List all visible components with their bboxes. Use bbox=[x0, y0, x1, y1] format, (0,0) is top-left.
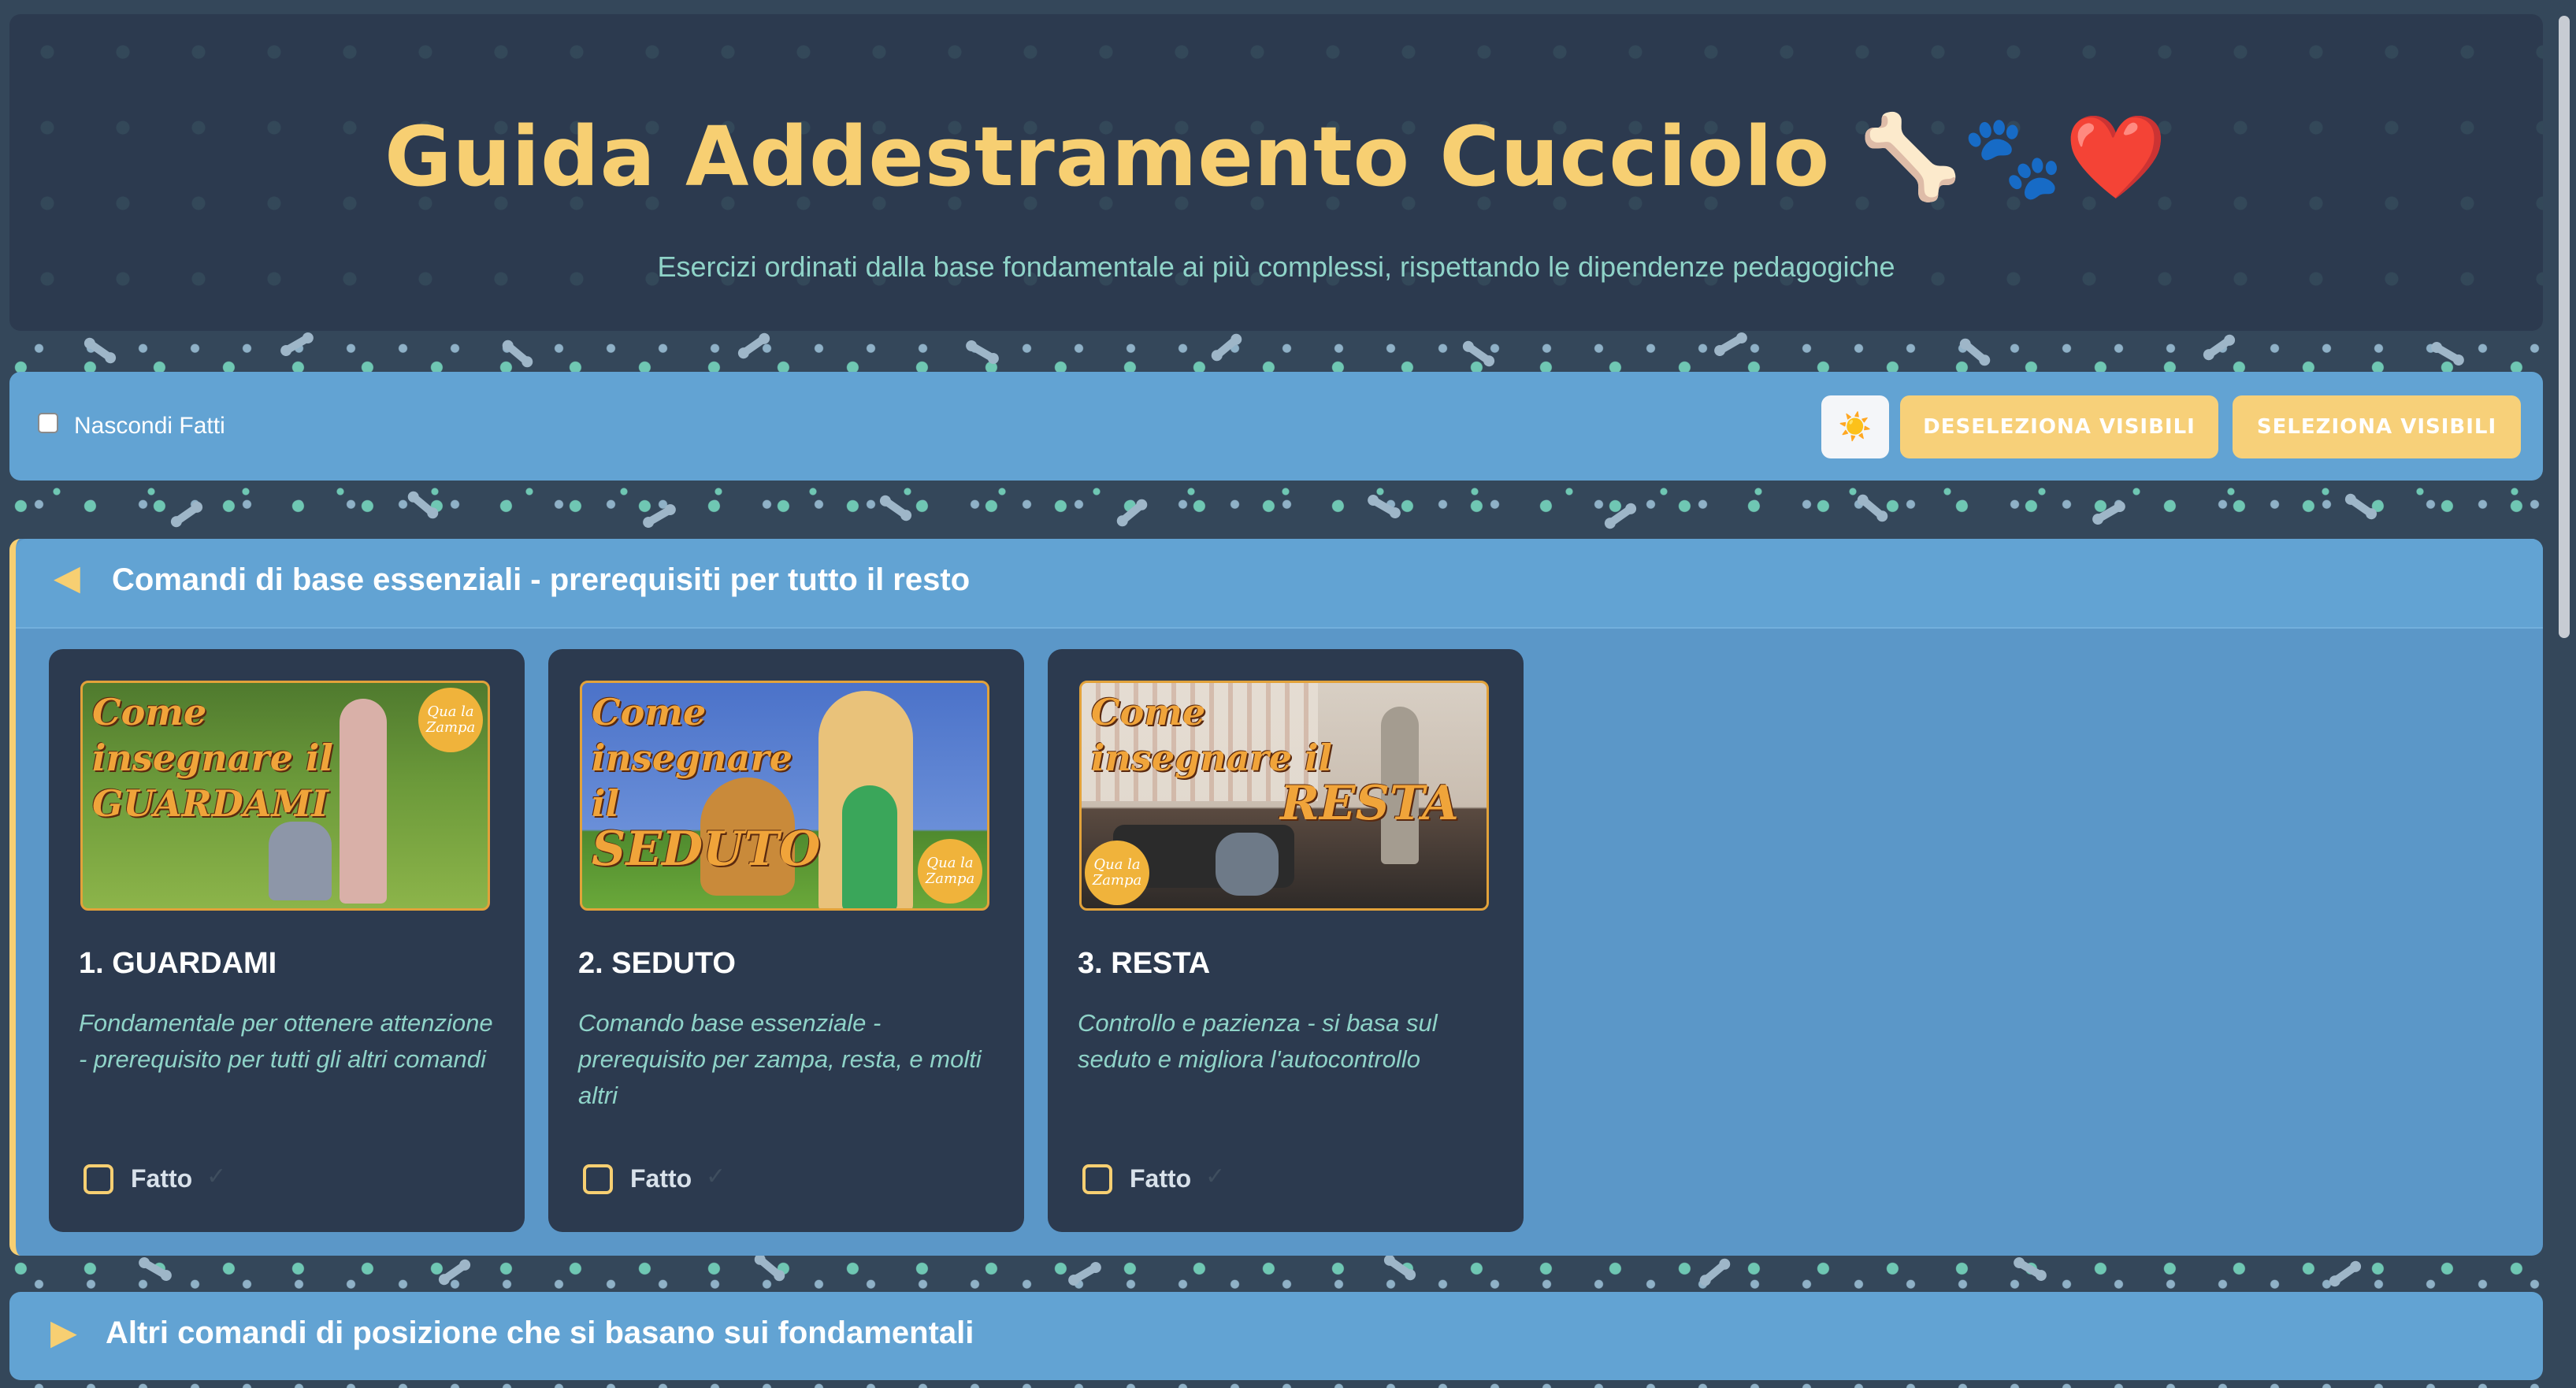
trainer-shirt bbox=[842, 785, 897, 908]
channel-logo: Qua la Zampa bbox=[418, 688, 483, 752]
video-thumbnail[interactable]: Come insegnare il SEDUTO Qua la Zampa bbox=[580, 681, 989, 911]
toolbar: Nascondi Fatti ☀️ DESELEZIONA VISIBILI S… bbox=[9, 372, 2543, 481]
thumbnail-caption: Come insegnare il GUARDAMI bbox=[92, 691, 333, 825]
section-header[interactable]: ◀ Comandi di base essenziali - prerequis… bbox=[16, 539, 2543, 629]
hide-done-checkbox[interactable] bbox=[38, 413, 58, 433]
deselect-visible-button[interactable]: DESELEZIONA VISIBILI bbox=[1900, 395, 2218, 458]
check-icon: ✓ bbox=[706, 1163, 726, 1190]
done-label[interactable]: Fatto bbox=[131, 1164, 192, 1193]
page-header: Guida Addestramento Cucciolo 🦴🐾❤️ Eserci… bbox=[9, 14, 2543, 331]
video-thumbnail[interactable]: Come insegnare il RESTA Qua la Zampa bbox=[1079, 681, 1489, 911]
card-description: Fondamentale per ottenere attenzione - p… bbox=[79, 1009, 493, 1073]
card-title: 2. SEDUTO bbox=[578, 947, 736, 980]
card-title: 3. RESTA bbox=[1078, 947, 1211, 980]
done-label[interactable]: Fatto bbox=[1130, 1164, 1191, 1193]
page-title: Guida Addestramento Cucciolo 🦴🐾❤️ bbox=[384, 109, 2168, 205]
done-label[interactable]: Fatto bbox=[630, 1164, 692, 1193]
done-checkbox[interactable] bbox=[84, 1164, 113, 1194]
check-icon: ✓ bbox=[1205, 1163, 1226, 1190]
card-description: Controllo e pazienza - si basa sul sedut… bbox=[1078, 1009, 1438, 1073]
trainer-figure bbox=[340, 699, 387, 904]
channel-logo: Qua la Zampa bbox=[918, 839, 982, 904]
section-basic-commands: ◀ Comandi di base essenziali - prerequis… bbox=[9, 539, 2543, 1256]
exercise-card: Come insegnare il SEDUTO Qua la Zampa 2.… bbox=[548, 649, 1024, 1232]
done-checkbox[interactable] bbox=[1082, 1164, 1112, 1194]
expand-arrow-icon[interactable]: ▶ bbox=[50, 1312, 77, 1353]
section-position-commands[interactable]: ▶ Altri comandi di posizione che si basa… bbox=[9, 1292, 2543, 1380]
theme-toggle-button[interactable]: ☀️ bbox=[1821, 395, 1889, 458]
channel-logo: Qua la Zampa bbox=[1085, 841, 1149, 905]
scrollbar[interactable] bbox=[2559, 16, 2570, 638]
thumbnail-caption: Come insegnare il SEDUTO bbox=[592, 691, 821, 877]
sun-icon: ☀️ bbox=[1838, 411, 1873, 443]
exercise-card: Come insegnare il GUARDAMI Qua la Zampa … bbox=[49, 649, 525, 1232]
collapse-arrow-icon[interactable]: ◀ bbox=[54, 558, 80, 598]
section-title[interactable]: Altri comandi di posizione che si basano… bbox=[106, 1316, 974, 1351]
thumbnail-caption: Come insegnare il RESTA bbox=[1091, 691, 1459, 831]
dog-figure bbox=[1216, 833, 1279, 896]
card-title: 1. GUARDAMI bbox=[79, 947, 277, 980]
select-visible-button[interactable]: SELEZIONA VISIBILI bbox=[2233, 395, 2521, 458]
video-thumbnail[interactable]: Come insegnare il GUARDAMI Qua la Zampa bbox=[80, 681, 490, 911]
card-description: Comando base essenziale - prerequisito p… bbox=[578, 1009, 982, 1109]
check-icon: ✓ bbox=[206, 1163, 227, 1190]
hide-done-label[interactable]: Nascondi Fatti bbox=[74, 413, 225, 440]
section-title[interactable]: Comandi di base essenziali - prerequisit… bbox=[112, 562, 970, 598]
exercise-card: Come insegnare il RESTA Qua la Zampa 3. … bbox=[1048, 649, 1524, 1232]
dog-figure bbox=[269, 822, 332, 900]
done-checkbox[interactable] bbox=[583, 1164, 613, 1194]
page-subtitle: Esercizi ordinati dalla base fondamental… bbox=[657, 251, 1895, 283]
